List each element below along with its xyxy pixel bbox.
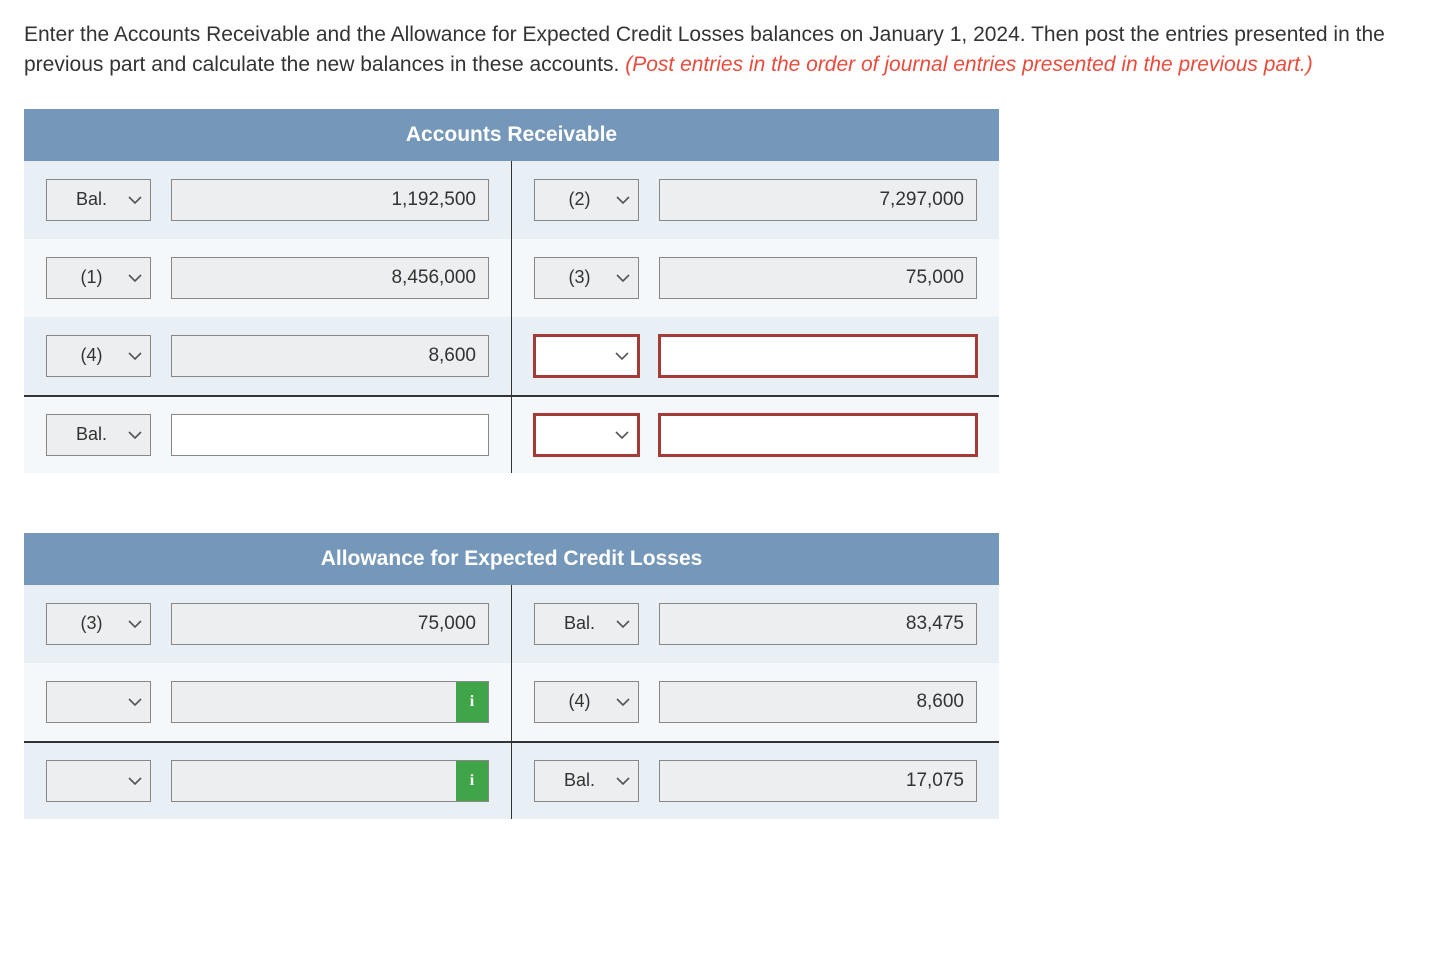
row-label-select[interactable]: Bal.: [46, 414, 151, 456]
row-amount-text: 7,297,000: [879, 189, 964, 211]
chevron-down-icon: [616, 619, 630, 629]
row-label-select[interactable]: [534, 414, 639, 456]
row-label-text: Bal.: [564, 613, 595, 634]
taccount: Allowance for Expected Credit Losses (3)…: [24, 533, 999, 819]
taccount-row: i: [24, 663, 511, 741]
taccount-title: Accounts Receivable: [24, 109, 999, 161]
row-amount-input[interactable]: 1,192,500: [171, 179, 489, 221]
row-amount-text: 83,475: [906, 613, 964, 635]
chevron-down-icon: [616, 195, 630, 205]
row-label-text: (3): [569, 267, 591, 288]
chevron-down-icon: [128, 619, 142, 629]
row-label-text: Bal.: [76, 424, 107, 445]
taccount-row: (3) 75,000: [512, 239, 999, 317]
row-amount-text: 8,456,000: [391, 267, 476, 289]
row-amount-input[interactable]: 8,600: [171, 335, 489, 377]
row-amount-text: 75,000: [418, 613, 476, 635]
row-amount-text: 75,000: [906, 267, 964, 289]
row-label-text: (1): [81, 267, 103, 288]
taccount-body: (3) 75,000 i i Bal.: [24, 585, 999, 819]
row-amount-input[interactable]: i: [171, 760, 489, 802]
chevron-down-icon: [615, 351, 629, 361]
row-label-text: Bal.: [564, 770, 595, 791]
taccount-credit-side: (2) 7,297,000 (3) 75,000: [512, 161, 999, 473]
chevron-down-icon: [615, 430, 629, 440]
row-amount-input[interactable]: [659, 335, 977, 377]
taccount-debit-side: (3) 75,000 i i: [24, 585, 512, 819]
taccount-row: [512, 317, 999, 395]
instructions-red: (Post entries in the order of journal en…: [625, 53, 1313, 76]
chevron-down-icon: [128, 697, 142, 707]
row-amount-text: 17,075: [906, 770, 964, 792]
row-label-select[interactable]: (3): [46, 603, 151, 645]
taccount-row: (2) 7,297,000: [512, 161, 999, 239]
row-amount-input[interactable]: 8,600: [659, 681, 977, 723]
taccount-row: Bal. 83,475: [512, 585, 999, 663]
taccount-body: Bal. 1,192,500 (1) 8,456,000 (4) 8,600 B…: [24, 161, 999, 473]
taccount-row: (4) 8,600: [24, 317, 511, 395]
row-label-text: (4): [569, 691, 591, 712]
row-amount-input[interactable]: 8,456,000: [171, 257, 489, 299]
row-label-select[interactable]: [46, 681, 151, 723]
row-amount-input[interactable]: 17,075: [659, 760, 977, 802]
taccount-debit-side: Bal. 1,192,500 (1) 8,456,000 (4) 8,600 B…: [24, 161, 512, 473]
taccount-row: i: [24, 741, 511, 819]
taccount-row: Bal. 17,075: [512, 741, 999, 819]
chevron-down-icon: [616, 776, 630, 786]
row-label-select[interactable]: Bal.: [46, 179, 151, 221]
info-icon[interactable]: i: [456, 761, 488, 801]
taccount-credit-side: Bal. 83,475 (4) 8,600 Bal. 17,075: [512, 585, 999, 819]
row-amount-input[interactable]: 83,475: [659, 603, 977, 645]
row-amount-input[interactable]: 75,000: [171, 603, 489, 645]
row-amount-input[interactable]: i: [171, 681, 489, 723]
row-label-select[interactable]: (2): [534, 179, 639, 221]
row-amount-text: 1,192,500: [391, 189, 476, 211]
row-amount-text: 8,600: [916, 691, 964, 713]
chevron-down-icon: [128, 273, 142, 283]
row-label-select[interactable]: (4): [534, 681, 639, 723]
chevron-down-icon: [128, 351, 142, 361]
chevron-down-icon: [128, 776, 142, 786]
taccount-row: Bal. 1,192,500: [24, 161, 511, 239]
taccount-title: Allowance for Expected Credit Losses: [24, 533, 999, 585]
row-label-select[interactable]: [46, 760, 151, 802]
row-amount-input[interactable]: 7,297,000: [659, 179, 977, 221]
row-label-select[interactable]: (4): [46, 335, 151, 377]
chevron-down-icon: [128, 195, 142, 205]
row-amount-input[interactable]: [171, 414, 489, 456]
taccount-row: (3) 75,000: [24, 585, 511, 663]
chevron-down-icon: [616, 697, 630, 707]
row-label-select[interactable]: (1): [46, 257, 151, 299]
row-label-text: (4): [81, 345, 103, 366]
chevron-down-icon: [128, 430, 142, 440]
row-label-text: (3): [81, 613, 103, 634]
row-amount-input[interactable]: 75,000: [659, 257, 977, 299]
instructions-text: Enter the Accounts Receivable and the Al…: [24, 20, 1430, 81]
row-label-select[interactable]: Bal.: [534, 603, 639, 645]
chevron-down-icon: [616, 273, 630, 283]
taccount-row: (4) 8,600: [512, 663, 999, 741]
row-label-select[interactable]: Bal.: [534, 760, 639, 802]
taccount-row: [512, 395, 999, 473]
info-icon[interactable]: i: [456, 682, 488, 722]
row-amount-text: 8,600: [428, 345, 476, 367]
taccount-row: Bal.: [24, 395, 511, 473]
taccount: Accounts Receivable Bal. 1,192,500 (1) 8…: [24, 109, 999, 473]
row-label-text: (2): [569, 189, 591, 210]
taccount-row: (1) 8,456,000: [24, 239, 511, 317]
row-label-text: Bal.: [76, 189, 107, 210]
row-amount-input[interactable]: [659, 414, 977, 456]
row-label-select[interactable]: (3): [534, 257, 639, 299]
row-label-select[interactable]: [534, 335, 639, 377]
